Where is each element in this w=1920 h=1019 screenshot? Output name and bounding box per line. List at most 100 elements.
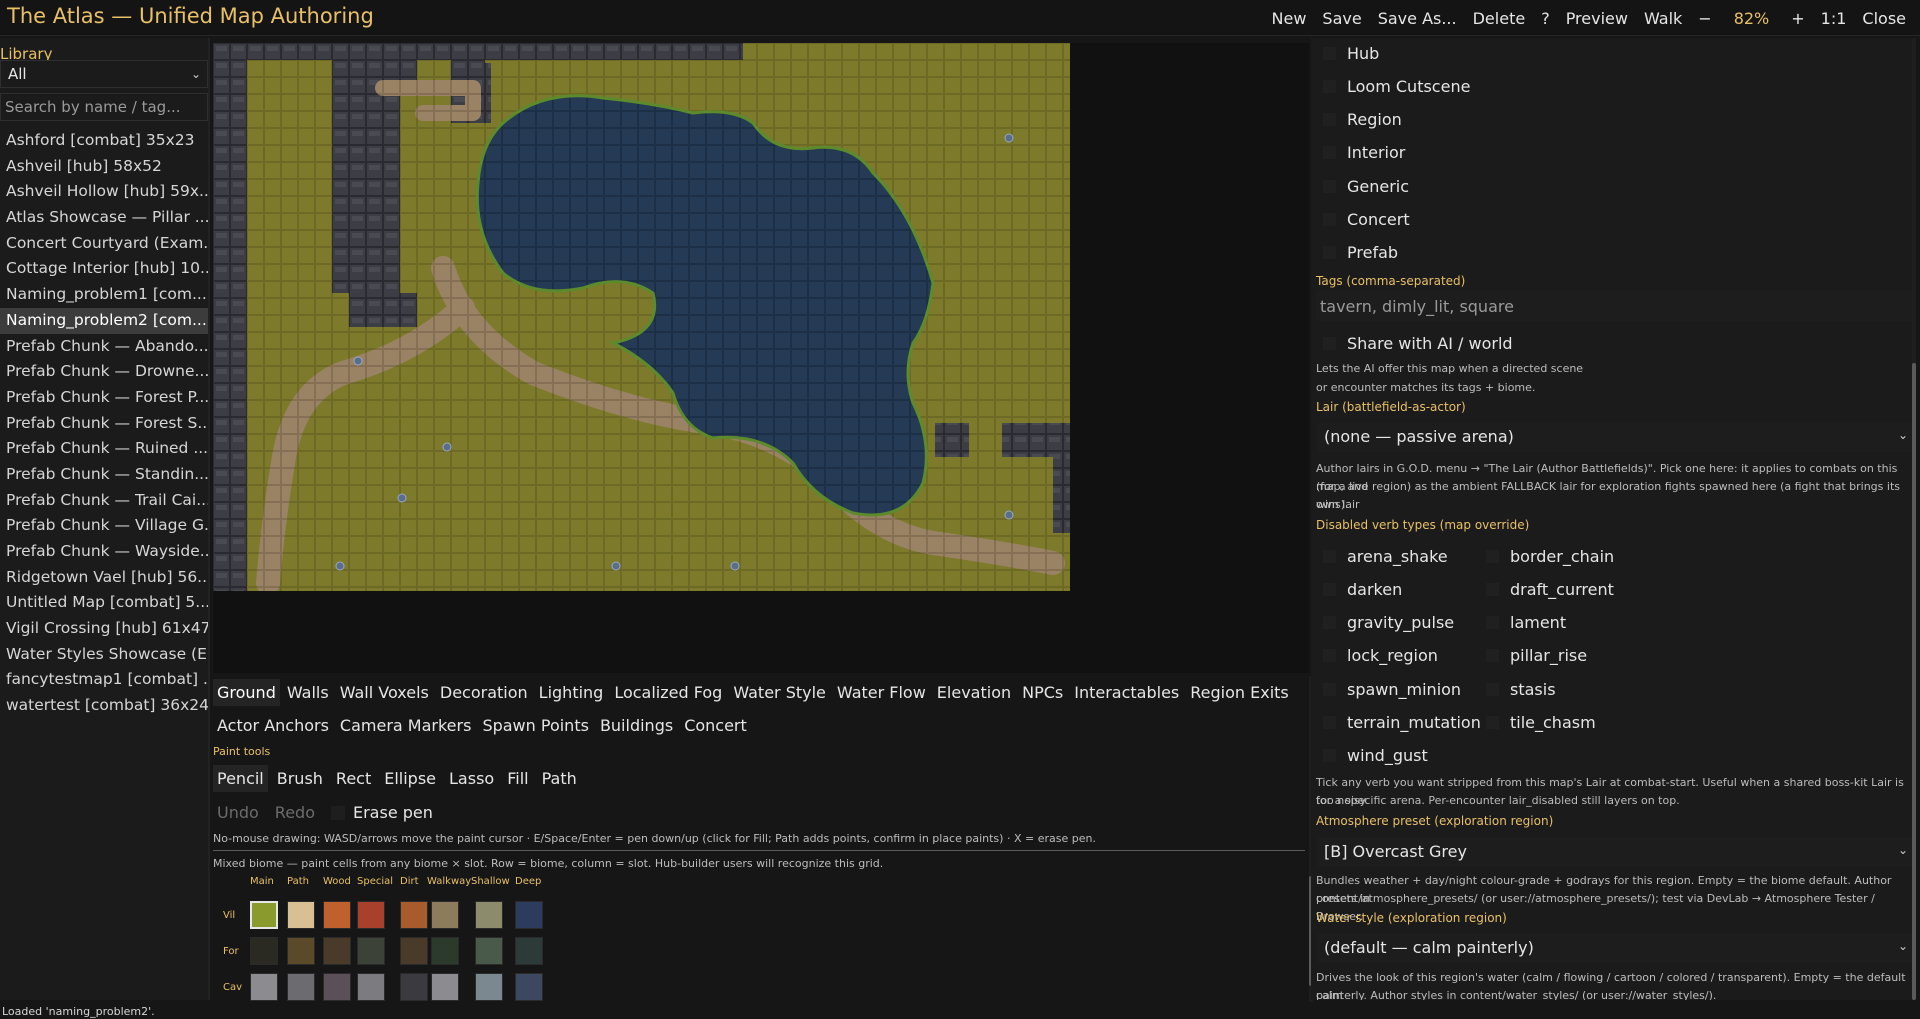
lair-select[interactable]: (none — passive arena) ⌄ xyxy=(1318,422,1914,452)
biome-swatch[interactable] xyxy=(475,973,503,1001)
verb-checkbox[interactable] xyxy=(1323,682,1336,696)
type-option-hub[interactable]: Hub xyxy=(1323,41,1379,65)
biome-swatch[interactable] xyxy=(323,973,351,1001)
tab-spawn-points[interactable]: Spawn Points xyxy=(478,712,593,739)
biome-swatch[interactable] xyxy=(400,937,428,965)
walk-button[interactable]: Walk xyxy=(1638,5,1688,32)
water-style-select[interactable]: (default — calm painterly) ⌄ xyxy=(1318,933,1914,963)
tab-localized-fog[interactable]: Localized Fog xyxy=(610,679,726,706)
verb-checkbox[interactable] xyxy=(1323,549,1336,563)
tab-decoration[interactable]: Decoration xyxy=(436,679,532,706)
library-item[interactable]: Prefab Chunk — Trail Cai... xyxy=(0,488,208,514)
verb-lock-region[interactable]: lock_region xyxy=(1323,644,1438,668)
verb-darken[interactable]: darken xyxy=(1323,577,1402,601)
library-item[interactable]: Prefab Chunk — Forest S... xyxy=(0,411,208,437)
verb-arena-shake[interactable]: arena_shake xyxy=(1323,544,1448,568)
verb-spawn-minion[interactable]: spawn_minion xyxy=(1323,677,1461,701)
biome-swatch[interactable] xyxy=(287,937,315,965)
library-item[interactable]: watertest [combat] 36x24 xyxy=(0,693,208,719)
close-button[interactable]: Close xyxy=(1856,5,1912,32)
tab-walls[interactable]: Walls xyxy=(283,679,333,706)
verb-terrain-mutation[interactable]: terrain_mutation xyxy=(1323,711,1481,735)
verb-wind-gust[interactable]: wind_gust xyxy=(1323,744,1428,768)
biome-swatch[interactable] xyxy=(400,973,428,1001)
biome-swatch[interactable] xyxy=(357,937,385,965)
undo-button[interactable]: Undo xyxy=(213,799,263,826)
tool-rect[interactable]: Rect xyxy=(332,765,375,792)
verb-draft-current[interactable]: draft_current xyxy=(1486,577,1614,601)
tool-path[interactable]: Path xyxy=(538,765,581,792)
type-option-region[interactable]: Region xyxy=(1323,108,1402,132)
biome-swatch[interactable] xyxy=(515,937,543,965)
library-item[interactable]: Untitled Map [combat] 5... xyxy=(0,590,208,616)
tab-concert[interactable]: Concert xyxy=(680,712,751,739)
verb-lament[interactable]: lament xyxy=(1486,611,1566,635)
type-checkbox[interactable] xyxy=(1323,146,1336,160)
map-canvas[interactable] xyxy=(213,43,1070,591)
library-filter-select[interactable]: All ⌄ xyxy=(0,60,208,88)
help-button[interactable]: ? xyxy=(1535,5,1556,32)
library-item[interactable]: Prefab Chunk — Wayside... xyxy=(0,539,208,565)
tool-fill[interactable]: Fill xyxy=(503,765,532,792)
tab-interactables[interactable]: Interactables xyxy=(1070,679,1183,706)
tab-wall-voxels[interactable]: Wall Voxels xyxy=(336,679,433,706)
biome-swatch[interactable] xyxy=(357,973,385,1001)
type-checkbox[interactable] xyxy=(1323,179,1336,193)
tool-lasso[interactable]: Lasso xyxy=(445,765,498,792)
type-checkbox[interactable] xyxy=(1323,213,1336,226)
type-option-generic[interactable]: Generic xyxy=(1323,174,1409,198)
zoom-reset-button[interactable]: 1:1 xyxy=(1815,5,1853,32)
library-item[interactable]: Water Styles Showcase (E... xyxy=(0,642,208,668)
atmosphere-select[interactable]: [B] Overcast Grey ⌄ xyxy=(1318,837,1914,867)
type-option-interior[interactable]: Interior xyxy=(1323,141,1405,165)
verb-checkbox[interactable] xyxy=(1486,549,1499,563)
library-item[interactable]: Ridgetown Vael [hub] 56... xyxy=(0,565,208,591)
share-checkbox-row[interactable]: Share with AI / world xyxy=(1323,331,1513,355)
library-item[interactable]: Ashveil [hub] 58x52 xyxy=(0,154,208,180)
library-item[interactable]: Prefab Chunk — Forest P... xyxy=(0,385,208,411)
library-item[interactable]: Prefab Chunk — Ruined ... xyxy=(0,436,208,462)
verb-checkbox[interactable] xyxy=(1323,616,1336,630)
save-button[interactable]: Save xyxy=(1316,5,1367,32)
biome-swatch[interactable] xyxy=(515,973,543,1001)
tab-water-style[interactable]: Water Style xyxy=(729,679,830,706)
biome-swatch[interactable] xyxy=(475,901,503,929)
biome-swatch[interactable] xyxy=(287,901,315,929)
biome-swatch[interactable] xyxy=(250,901,278,929)
biome-swatch[interactable] xyxy=(475,937,503,965)
library-item[interactable]: Atlas Showcase — Pillar ... xyxy=(0,205,208,231)
verb-checkbox[interactable] xyxy=(1486,582,1499,596)
share-checkbox[interactable] xyxy=(1323,336,1336,350)
type-option-prefab[interactable]: Prefab xyxy=(1323,241,1398,265)
tab-buildings[interactable]: Buildings xyxy=(596,712,677,739)
library-item[interactable]: Concert Courtyard (Exam... xyxy=(0,231,208,257)
biome-swatch[interactable] xyxy=(357,901,385,929)
tab-water-flow[interactable]: Water Flow xyxy=(833,679,930,706)
redo-button[interactable]: Redo xyxy=(271,799,319,826)
verb-gravity-pulse[interactable]: gravity_pulse xyxy=(1323,611,1454,635)
tab-npcs[interactable]: NPCs xyxy=(1018,679,1067,706)
properties-scrollbar[interactable] xyxy=(1912,38,1916,1000)
biome-swatch[interactable] xyxy=(250,937,278,965)
type-checkbox[interactable] xyxy=(1323,79,1336,93)
tab-lighting[interactable]: Lighting xyxy=(535,679,608,706)
biome-swatch[interactable] xyxy=(287,973,315,1001)
type-option-concert[interactable]: Concert xyxy=(1323,208,1410,232)
biome-swatch[interactable] xyxy=(515,901,543,929)
biome-swatch[interactable] xyxy=(323,901,351,929)
type-checkbox[interactable] xyxy=(1323,246,1336,260)
verb-border-chain[interactable]: border_chain xyxy=(1486,544,1614,568)
verb-stasis[interactable]: stasis xyxy=(1486,677,1556,701)
tab-actor-anchors[interactable]: Actor Anchors xyxy=(213,712,333,739)
biome-swatch[interactable] xyxy=(431,901,459,929)
verb-checkbox[interactable] xyxy=(1486,649,1499,663)
tool-pencil[interactable]: Pencil xyxy=(213,765,268,792)
verb-pillar-rise[interactable]: pillar_rise xyxy=(1486,644,1587,668)
zoom-out-button[interactable]: − xyxy=(1692,5,1717,32)
verb-checkbox[interactable] xyxy=(1323,716,1336,729)
type-option-loom-cutscene[interactable]: Loom Cutscene xyxy=(1323,74,1470,98)
verb-checkbox[interactable] xyxy=(1323,649,1336,663)
library-item[interactable]: Ashveil Hollow [hub] 59x... xyxy=(0,179,208,205)
library-item[interactable]: Prefab Chunk — Abando... xyxy=(0,334,208,360)
biome-swatch[interactable] xyxy=(431,973,459,1001)
